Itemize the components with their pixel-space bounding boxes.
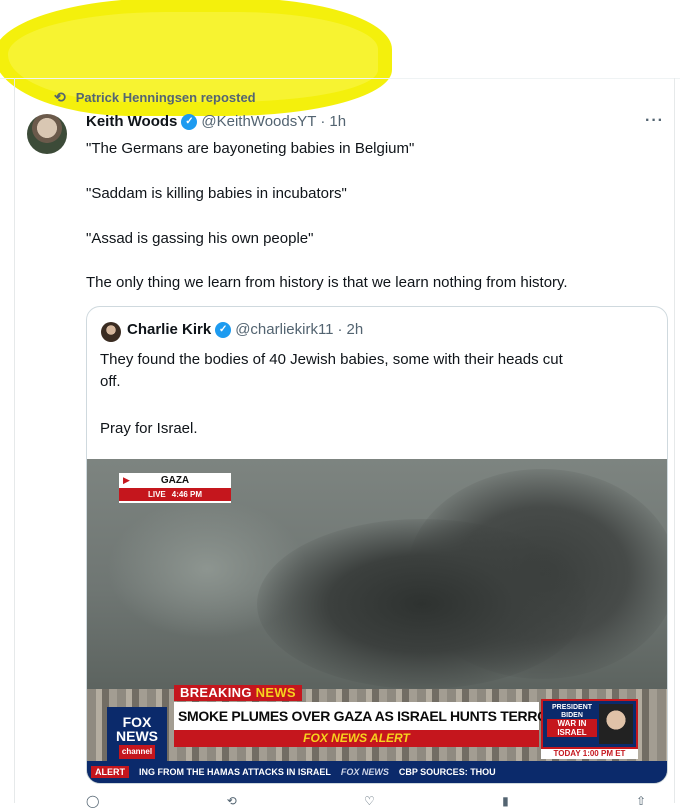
logo-line1: FOX [122,714,152,730]
quoted-text-line: Pray for Israel. [100,420,198,437]
smoke-plume [257,519,587,689]
reply-icon[interactable]: ◯ [86,794,99,808]
verified-badge-icon: ✓ [215,321,232,338]
fox-news-logo: FOX NEWS channel [107,707,167,767]
live-bar: LIVE 4:46 PM [119,488,231,501]
quoted-time: 2h [346,321,364,338]
news-headline: SMOKE PLUMES OVER GAZA AS ISRAEL HUNTS T… [174,702,588,730]
location-label: GAZA [160,475,190,486]
ticker-sources: CBP SOURCES: THOU [398,767,496,777]
quoted-avatar [101,322,121,342]
location-tag: ▶ GAZA LIVE 4:46 PM [119,473,231,503]
retweet-icon[interactable]: ⟲ [227,794,237,808]
repost-label: Patrick Henningsen reposted [75,90,256,105]
ticker-alert: ALERT [91,766,129,778]
play-arrow-icon: ▶ [123,475,130,485]
timeline-border [14,78,15,803]
timeline-border [674,78,675,803]
tweet-text-line: "The Germans are bayoneting babies in Be… [86,140,415,157]
tweet-text-line: The only thing we learn from history is … [86,274,568,291]
views-icon[interactable]: ▮ [502,794,509,808]
news-video-thumbnail[interactable]: ▶ GAZA LIVE 4:46 PM BREAKING NEWS SMOKE … [87,459,667,783]
tweet-text-line: "Saddam is killing babies in incubators" [86,185,347,202]
tweet-time[interactable]: 1h [329,113,346,130]
side-promo-time: TODAY 1:00 PM ET [541,749,638,759]
tweet-actions: ◯ ⟲ ♡ ▮ ⇧ [86,794,646,808]
separator-dot: · [320,113,326,130]
president-photo [599,704,633,744]
side-promo: PRESIDENT BIDEN REMARKS ON WAR IN ISRAEL [541,699,638,749]
tweet-text-line: "Assad is gassing his own people" [86,230,314,247]
tweet-header: Keith Woods ✓ @KeithWoodsYT · 1h [86,113,346,130]
live-label: LIVE [147,490,166,499]
author-name[interactable]: Keith Woods [86,113,177,130]
repost-icon: ⟲ [54,89,66,105]
author-handle[interactable]: @KeithWoodsYT [201,113,316,130]
ticker-text: ING FROM THE HAMAS ATTACKS IN ISRAEL [139,767,331,777]
quoted-text-line: off. [100,373,121,390]
quoted-header: Charlie Kirk ✓ @charliekirk11 · 2h [127,321,363,338]
breaking-news-banner: BREAKING NEWS [174,685,302,701]
news-ticker: ALERT ING FROM THE HAMAS ATTACKS IN ISRA… [87,761,667,783]
quoted-author-handle: @charliekirk11 [235,321,334,338]
repost-indicator[interactable]: ⟲ Patrick Henningsen reposted [54,89,256,106]
breaking-label: BREAKING [180,685,252,700]
separator-dot: · [337,321,343,338]
quoted-author-name: Charlie Kirk [127,321,212,338]
divider [0,78,680,79]
quoted-text-line: They found the bodies of 40 Jewish babie… [100,351,563,368]
fox-news-alert: FOX NEWS ALERT [174,730,539,747]
quoted-tweet[interactable]: Charlie Kirk ✓ @charliekirk11 · 2h They … [86,306,668,784]
more-options-icon[interactable]: ··· [645,112,664,130]
breaking-news-label: NEWS [255,685,296,700]
side-promo-war: WAR IN ISRAEL [547,719,597,737]
ticker-brand: FOX NEWS [340,767,389,777]
verified-badge-icon: ✓ [181,113,198,130]
avatar[interactable] [27,114,67,154]
share-icon[interactable]: ⇧ [636,794,646,808]
logo-line2: NEWS [116,728,158,744]
like-icon[interactable]: ♡ [364,794,375,808]
live-time: 4:46 PM [171,490,202,499]
logo-channel: channel [118,745,156,759]
